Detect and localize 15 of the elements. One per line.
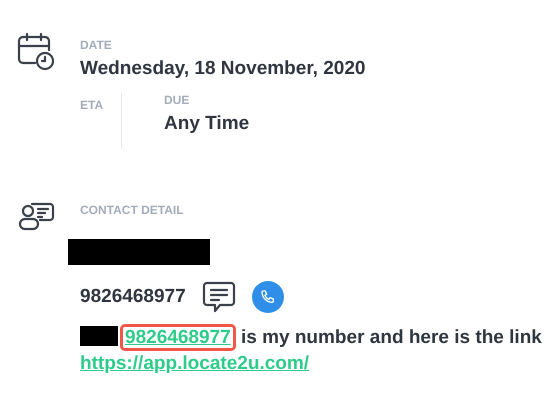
- contact-card-icon: [18, 201, 56, 231]
- date-value: Wednesday, 18 November, 2020: [80, 57, 366, 81]
- due-label: DUE: [164, 93, 190, 107]
- due-value: Any Time: [164, 112, 250, 136]
- message-text: 9826468977 is my number and here is the link https://app.locate2u.com/: [0, 325, 560, 377]
- phone-icon: [260, 289, 276, 305]
- message-icon[interactable]: [202, 281, 236, 313]
- calendar-clock-icon: [17, 32, 55, 72]
- url-link[interactable]: https://app.locate2u.com/: [80, 353, 310, 374]
- phone-link[interactable]: 9826468977: [120, 324, 236, 351]
- call-button[interactable]: [252, 281, 284, 313]
- date-label: DATE: [80, 38, 113, 52]
- eta-label: ETA: [80, 98, 104, 112]
- contact-detail-label: CONTACT DETAIL: [80, 203, 184, 217]
- phone-number: 9826468977: [80, 285, 186, 309]
